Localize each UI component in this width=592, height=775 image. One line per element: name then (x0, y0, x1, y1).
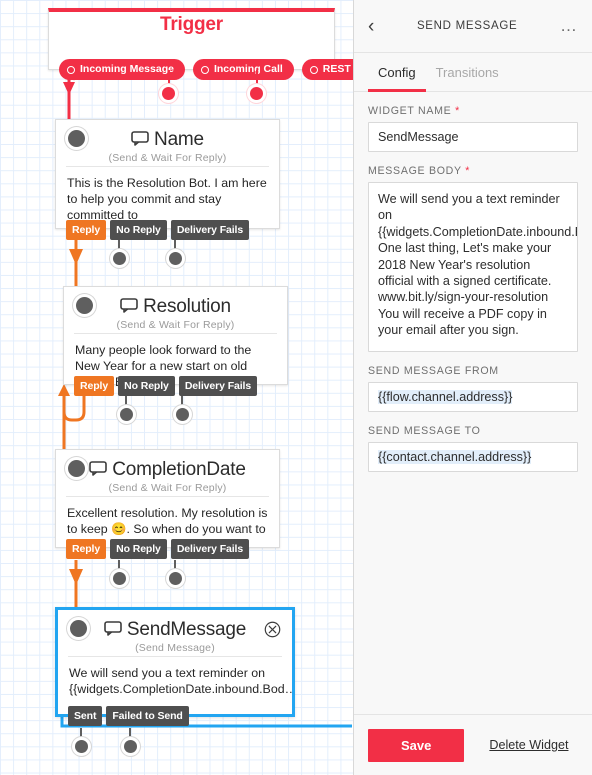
node-header: SendMessage (Send Message) (58, 610, 292, 654)
dot-no-reply-1[interactable] (113, 252, 126, 265)
trigger-stem-incoming-call (168, 70, 170, 88)
panel-header: ‹ SEND MESSAGE … (354, 0, 592, 53)
required-mark: * (455, 105, 460, 117)
node-output-row: Reply No Reply Delivery Fails (74, 376, 258, 396)
node-header: CompletionDate (Send & Wait For Reply) (56, 450, 279, 494)
chat-bubble-icon (89, 461, 108, 476)
circle-icon (200, 65, 209, 74)
panel-body: WIDGET NAME * SendMessage MESSAGE BODY *… (354, 92, 592, 472)
send-message-from-input[interactable]: {{flow.channel.address}} (368, 382, 578, 412)
message-body-label: MESSAGE BODY * (368, 165, 471, 177)
widget-name-input[interactable]: SendMessage (368, 122, 578, 152)
chat-bubble-icon (104, 621, 122, 636)
trigger-node[interactable]: Trigger Incoming Message Incoming Call R… (48, 8, 382, 80)
node-subtitle: (Send & Wait For Reply) (108, 152, 227, 164)
node-output-row: Sent Failed to Send (68, 706, 189, 726)
dot-sent[interactable] (75, 740, 88, 753)
panel-footer: Save Delete Widget (354, 714, 592, 775)
close-icon[interactable] (264, 621, 281, 638)
output-failed-to-send[interactable]: Failed to Send (106, 706, 189, 726)
node-title: CompletionDate (56, 450, 279, 481)
trigger-stem-rest-api (256, 70, 258, 88)
node-title: SendMessage (58, 610, 292, 641)
dot-no-reply-3[interactable] (113, 572, 126, 585)
widget-name-label: WIDGET NAME * (368, 105, 460, 117)
trigger-pill-incoming-call[interactable]: Incoming Call (192, 59, 294, 80)
circle-icon (67, 65, 75, 74)
trigger-dot-rest-api[interactable] (250, 87, 263, 100)
arrowhead-orange-3 (69, 569, 83, 585)
dot-delivery-fails-3[interactable] (169, 572, 182, 585)
input-port[interactable] (76, 297, 93, 314)
output-reply[interactable]: Reply (66, 220, 107, 240)
node-subtitle: (Send & Wait For Reply) (108, 482, 227, 494)
input-port[interactable] (68, 130, 85, 147)
node-title: Name (56, 120, 279, 151)
send-from-value: {{flow.channel.address}} (378, 390, 513, 404)
chat-bubble-icon (131, 131, 149, 146)
output-no-reply[interactable]: No Reply (110, 539, 167, 559)
circle-icon (309, 65, 318, 74)
send-message-to-input[interactable]: {{contact.channel.address}} (368, 442, 578, 472)
node-subtitle: (Send & Wait For Reply) (116, 319, 235, 331)
delete-widget-link[interactable]: Delete Widget (489, 738, 568, 752)
more-options-icon[interactable]: … (560, 17, 578, 34)
panel-tabs: Config Transitions (354, 53, 592, 92)
save-button[interactable]: Save (368, 728, 465, 762)
tab-transitions[interactable]: Transitions (426, 53, 509, 92)
dot-no-reply-2[interactable] (120, 408, 133, 421)
dot-failed-to-send[interactable] (124, 740, 137, 753)
send-to-value: {{contact.channel.address}} (378, 450, 532, 464)
trigger-dot-incoming-call[interactable] (162, 87, 175, 100)
node-resolution[interactable]: Resolution (Send & Wait For Reply) Many … (63, 286, 288, 396)
chat-bubble-icon (120, 298, 138, 313)
send-message-from-label: SEND MESSAGE FROM (368, 365, 499, 377)
output-delivery-fails[interactable]: Delivery Fails (170, 220, 250, 240)
output-reply[interactable]: Reply (74, 376, 115, 396)
input-port[interactable] (68, 460, 85, 477)
node-title: Resolution (64, 287, 287, 318)
arrowhead-orange-1 (69, 249, 83, 265)
trigger-pill-label: Incoming Message (80, 63, 174, 75)
trigger-pill-label: Incoming Call (213, 63, 283, 75)
output-no-reply[interactable]: No Reply (110, 220, 167, 240)
message-body-textarea[interactable]: We will send you a text reminder on {{wi… (368, 182, 578, 352)
node-header: Resolution (Send & Wait For Reply) (64, 287, 287, 331)
node-subtitle: (Send Message) (135, 642, 215, 654)
send-message-to-label: SEND MESSAGE TO (368, 425, 481, 437)
node-completiondate[interactable]: CompletionDate (Send & Wait For Reply) E… (55, 449, 280, 559)
output-delivery-fails[interactable]: Delivery Fails (178, 376, 258, 396)
node-header: Name (Send & Wait For Reply) (56, 120, 279, 164)
widget-config-panel: ‹ SEND MESSAGE … Config Transitions WIDG… (353, 0, 592, 775)
trigger-pill-incoming-message[interactable]: Incoming Message (59, 59, 185, 80)
output-reply[interactable]: Reply (66, 539, 107, 559)
dot-delivery-fails-1[interactable] (169, 252, 182, 265)
panel-title: SEND MESSAGE (416, 20, 518, 32)
node-output-row: Reply No Reply Delivery Fails (66, 220, 250, 240)
trigger-pill-row: Incoming Message Incoming Call REST API (59, 59, 382, 80)
node-body-text: We will send you a text reminder on {{wi… (69, 666, 292, 696)
node-output-row: Reply No Reply Delivery Fails (66, 539, 250, 559)
node-name[interactable]: Name (Send & Wait For Reply) This is the… (55, 119, 280, 240)
output-no-reply[interactable]: No Reply (118, 376, 175, 396)
trigger-title: Trigger (159, 14, 223, 35)
output-sent[interactable]: Sent (68, 706, 103, 726)
output-delivery-fails[interactable]: Delivery Fails (170, 539, 250, 559)
tab-config[interactable]: Config (368, 53, 426, 92)
input-port[interactable] (70, 620, 87, 637)
arrowhead-red (63, 82, 75, 95)
dot-delivery-fails-2[interactable] (176, 408, 189, 421)
flow-canvas[interactable]: Trigger Incoming Message Incoming Call R… (0, 0, 382, 775)
node-sendmessage[interactable]: SendMessage (Send Message) We will send … (55, 607, 295, 726)
required-mark: * (465, 165, 471, 177)
